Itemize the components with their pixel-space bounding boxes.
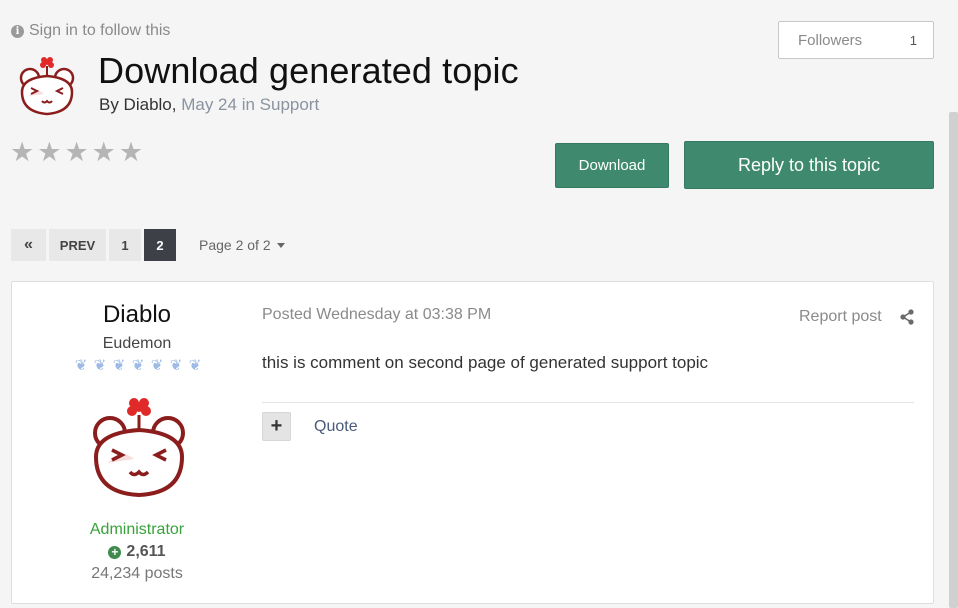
byline-date-forum[interactable]: May 24 in Support [181, 95, 319, 114]
post-author-name[interactable]: Diablo [12, 301, 262, 329]
page-2-button[interactable]: 2 [144, 229, 176, 261]
page-1-button[interactable]: 1 [109, 229, 141, 261]
reply-to-topic-button[interactable]: Reply to this topic [684, 141, 934, 189]
plus-circle-icon: + [108, 545, 122, 559]
post-author-group: Administrator [89, 521, 185, 538]
rank-pip-icon: ❦ [188, 357, 202, 374]
byline-author[interactable]: By Diablo, [99, 95, 176, 114]
rank-pips: ❦ ❦ ❦ ❦ ❦ ❦ ❦ [72, 358, 204, 376]
rank-pip-icon: ❦ [112, 357, 126, 374]
topic-byline: By Diablo, May 24 in Support [99, 95, 319, 115]
double-chevron-left-icon: « [24, 236, 33, 253]
post-author-column: Diablo Eudemon ❦ ❦ ❦ ❦ ❦ ❦ ❦ Administrat… [12, 282, 262, 603]
followers-label: Followers [798, 31, 863, 49]
star-icon[interactable]: ★ [64, 139, 88, 166]
followers-count: 1 [909, 32, 917, 48]
post-card: Diablo Eudemon ❦ ❦ ❦ ❦ ❦ ❦ ❦ Administrat… [11, 281, 934, 604]
post-timestamp[interactable]: Posted Wednesday at 03:38 PM [262, 306, 491, 324]
sign-in-label: Sign in to follow this [29, 22, 171, 39]
info-icon: i [11, 24, 24, 38]
rating-stars[interactable]: ★ ★ ★ ★ ★ [10, 139, 143, 166]
star-icon[interactable]: ★ [37, 139, 61, 166]
quote-button[interactable]: Quote [314, 418, 358, 436]
reputation-value: 2,611 [126, 543, 166, 560]
rank-pip-icon: ❦ [93, 357, 107, 374]
followers-button[interactable]: Followers 1 [778, 21, 934, 59]
topic-author-avatar[interactable] [14, 56, 80, 118]
rank-pip-icon: ❦ [150, 357, 164, 374]
react-button[interactable]: + [262, 412, 291, 441]
page-jump-dropdown[interactable]: Page 2 of 2 [199, 237, 285, 253]
share-icon[interactable] [899, 309, 915, 325]
prev-page-button[interactable]: PREV [49, 229, 106, 261]
page-label: Page 2 of 2 [199, 237, 271, 253]
report-post-link[interactable]: Report post [799, 308, 882, 326]
star-icon[interactable]: ★ [92, 139, 116, 166]
pagination: « PREV 1 2 Page 2 of 2 [11, 229, 285, 261]
page-title: Download generated topic [98, 50, 519, 91]
caret-down-icon [276, 242, 285, 248]
first-page-button[interactable]: « [11, 229, 46, 261]
sign-in-to-follow[interactable]: i Sign in to follow this [11, 22, 170, 40]
rank-pip-icon: ❦ [74, 357, 88, 374]
download-button[interactable]: Download [555, 143, 669, 188]
post-author-avatar[interactable] [84, 397, 194, 501]
post-author-rank: Eudemon [102, 335, 172, 352]
post-author-post-count: 24,234 posts [91, 565, 183, 582]
post-author-reputation: + 2,611 [12, 543, 262, 561]
rank-pip-icon: ❦ [131, 357, 145, 374]
star-icon[interactable]: ★ [119, 139, 143, 166]
star-icon[interactable]: ★ [10, 139, 34, 166]
plus-icon: + [270, 415, 283, 437]
scrollbar[interactable] [949, 112, 958, 608]
rank-pip-icon: ❦ [169, 357, 183, 374]
